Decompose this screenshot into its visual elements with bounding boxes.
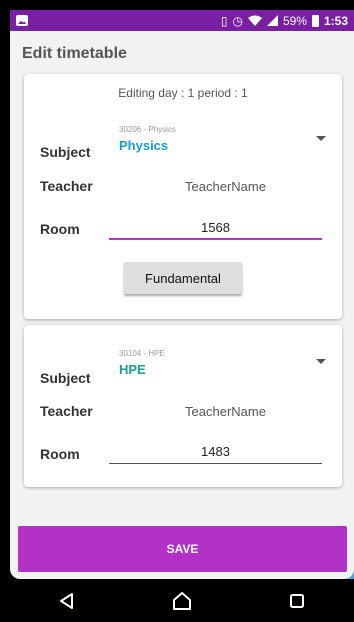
room-input[interactable]: [109, 216, 322, 240]
battery-icon: [311, 14, 319, 27]
vibrate-icon: ▯: [220, 13, 228, 28]
save-button[interactable]: SAVE: [18, 526, 347, 572]
back-button[interactable]: [47, 581, 87, 621]
teacher-label: Teacher: [40, 178, 93, 194]
status-bar: ▯ ◷ 59% 1:53: [10, 10, 354, 589]
subject-select[interactable]: HPE: [119, 362, 146, 377]
app-screen: Edit timetable Editing day : 1 period : …: [10, 31, 354, 579]
subject-code: 30104 - HPE: [119, 349, 165, 358]
chevron-down-icon[interactable]: [316, 359, 326, 364]
period-card: Subject 30104 - HPE HPE Teacher TeacherN…: [24, 325, 342, 487]
image-icon: [16, 15, 28, 26]
navigation-bar: [10, 579, 354, 622]
wifi-icon: [247, 15, 262, 26]
battery-percent: 59%: [282, 13, 307, 28]
clock: 1:53: [323, 13, 348, 28]
period-card: Editing day : 1 period : 1 Subject 30206…: [24, 74, 342, 319]
back-icon: [60, 592, 74, 609]
fundamental-button[interactable]: Fundamental: [124, 262, 242, 294]
subject-select[interactable]: Physics: [119, 138, 168, 153]
chevron-down-icon[interactable]: [316, 136, 326, 141]
recents-button[interactable]: [277, 581, 317, 621]
home-icon: [172, 591, 191, 610]
signal-icon: [266, 15, 278, 26]
alarm-icon: ◷: [232, 13, 243, 28]
room-label: Room: [40, 221, 80, 237]
page-title: Edit timetable: [22, 45, 127, 62]
home-button[interactable]: [162, 581, 202, 621]
room-input[interactable]: [109, 440, 322, 464]
teacher-value: TeacherName: [185, 179, 266, 194]
editing-info: Editing day : 1 period : 1: [118, 86, 248, 100]
room-label: Room: [40, 446, 80, 462]
teacher-value: TeacherName: [185, 404, 266, 419]
subject-label: Subject: [40, 370, 91, 386]
teacher-label: Teacher: [40, 403, 93, 419]
recents-icon: [289, 593, 304, 608]
subject-code: 30206 - Physics: [119, 125, 176, 134]
subject-label: Subject: [40, 144, 91, 160]
